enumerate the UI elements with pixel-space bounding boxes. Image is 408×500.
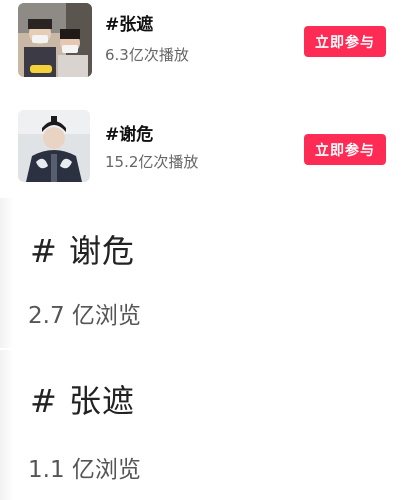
topic-title[interactable]: #谢危 xyxy=(105,120,153,145)
topic-row[interactable]: #张遮 6.3亿次播放 立即参与 xyxy=(0,0,408,80)
hashtag-card[interactable]: # 张遮 1.1 亿浏览 xyxy=(0,350,408,500)
hashtag-view-count: 2.7 亿浏览 xyxy=(28,303,141,329)
join-button[interactable]: 立即参与 xyxy=(304,134,386,165)
hashtag-card[interactable]: # 谢危 2.7 亿浏览 xyxy=(0,198,408,348)
card-edge-shadow xyxy=(0,350,14,500)
card-edge-shadow xyxy=(0,198,14,348)
costume-portrait-image xyxy=(18,110,90,182)
hashtag-view-count: 1.1 亿浏览 xyxy=(28,457,141,483)
topic-thumbnail[interactable] xyxy=(18,3,92,77)
hashtag-title[interactable]: # 谢危 xyxy=(30,226,135,272)
street-photo-image xyxy=(18,3,92,77)
topic-thumbnail[interactable] xyxy=(18,110,90,182)
join-button[interactable]: 立即参与 xyxy=(304,26,386,57)
topic-play-count: 6.3亿次播放 xyxy=(105,46,189,64)
topic-play-count: 15.2亿次播放 xyxy=(105,153,199,171)
topic-title[interactable]: #张遮 xyxy=(105,10,153,35)
hashtag-title[interactable]: # 张遮 xyxy=(30,376,135,422)
topic-row[interactable]: #谢危 15.2亿次播放 立即参与 xyxy=(0,104,408,184)
